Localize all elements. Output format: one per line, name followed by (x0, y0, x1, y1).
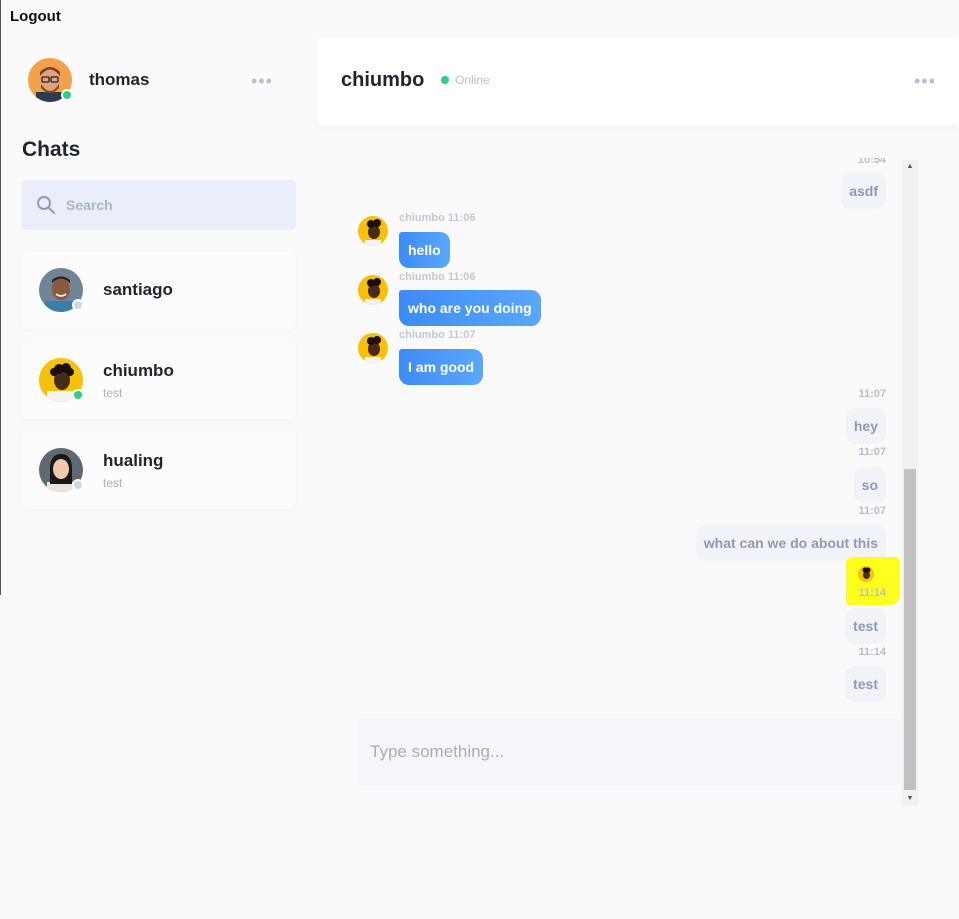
sender-avatar (358, 275, 388, 305)
contact-santiago[interactable]: santiago (22, 251, 296, 329)
message-outgoing: test (845, 608, 886, 644)
chat-header: chiumbo Online ••• (317, 37, 959, 125)
avatar (39, 448, 84, 492)
message-incoming: hello (399, 232, 450, 268)
message-outgoing: so (853, 467, 886, 503)
message-text: test (845, 666, 886, 702)
message-time: 11:07 (858, 446, 886, 458)
contact-last-message: test (103, 385, 123, 400)
contact-name: santiago (103, 280, 173, 299)
avatar (39, 268, 84, 312)
online-status-dot (72, 389, 84, 401)
message-time: 11:14 (858, 587, 886, 599)
message-list[interactable]: 10:54 asdf chiumbo 11:06 hello chiumbo 1… (340, 158, 902, 718)
message-time: 11:14 (858, 646, 886, 658)
message-incoming: I am good (399, 349, 484, 385)
chat-partner-status: Online (441, 73, 490, 87)
message-time: 11:07 (447, 329, 476, 341)
online-status-dot (441, 76, 449, 84)
offline-status-dot (72, 479, 84, 491)
message-meta: chiumbo 11:06 (399, 212, 475, 224)
ellipsis-icon[interactable]: ••• (251, 72, 273, 90)
message-time: 11:06 (447, 212, 476, 224)
contact-hualing[interactable]: hualing test (22, 431, 296, 509)
chats-heading: Chats (22, 138, 81, 161)
scroll-down-arrow-icon[interactable]: ▼ (902, 792, 918, 806)
message-incoming: who are you doing (399, 290, 541, 326)
message-text: what can we do about this (695, 525, 886, 561)
message-time: 11:06 (447, 271, 476, 283)
window-edge (0, 0, 1, 595)
message-text: I am good (399, 349, 484, 385)
read-receipt-avatar (858, 566, 874, 582)
message-text: so (853, 467, 886, 503)
message-outgoing: test (845, 666, 886, 702)
message-input[interactable] (370, 742, 903, 762)
message-composer (358, 718, 903, 786)
scrollbar[interactable]: ▲ ▼ (902, 160, 918, 806)
scrollbar-thumb[interactable] (904, 469, 916, 790)
contact-name: hualing (103, 450, 164, 470)
current-user-name: thomas (89, 70, 150, 89)
scroll-up-arrow-icon[interactable]: ▲ (902, 160, 918, 174)
ellipsis-icon[interactable]: ••• (914, 72, 936, 90)
message-outgoing: hey (845, 408, 886, 444)
contact-chiumbo[interactable]: chiumbo test (22, 341, 296, 419)
sender-avatar (358, 333, 388, 363)
sender-avatar (358, 216, 388, 246)
message-time: 11:07 (858, 388, 886, 400)
message-text: asdf (841, 173, 886, 209)
current-user: thomas (28, 58, 149, 102)
user-avatar[interactable] (28, 58, 73, 102)
search-placeholder: Search (66, 197, 113, 213)
message-outgoing: what can we do about this (695, 525, 886, 561)
status-text: Online (455, 73, 490, 87)
message-text: test (845, 608, 886, 644)
message-sender: chiumbo (399, 271, 445, 283)
message-meta: chiumbo 11:06 (399, 271, 475, 283)
message-outgoing: asdf (841, 173, 886, 209)
message-text: hey (845, 408, 886, 444)
message-text: hello (399, 232, 450, 268)
message-sender: chiumbo (399, 329, 445, 341)
search-icon (37, 196, 55, 214)
avatar (39, 358, 84, 402)
online-status-dot (61, 89, 73, 101)
logout-link[interactable]: Logout (10, 8, 61, 25)
chat-partner-name: chiumbo (341, 69, 425, 91)
contact-name: chiumbo (103, 360, 174, 380)
message-sender: chiumbo (399, 212, 445, 224)
message-text: who are you doing (399, 290, 541, 326)
search-input[interactable]: Search (22, 180, 296, 230)
message-time: 11:07 (858, 505, 886, 517)
message-meta: chiumbo 11:07 (399, 329, 475, 341)
contact-last-message: test (103, 475, 123, 490)
message-time: 10:54 (857, 158, 886, 166)
offline-status-dot (72, 299, 84, 311)
